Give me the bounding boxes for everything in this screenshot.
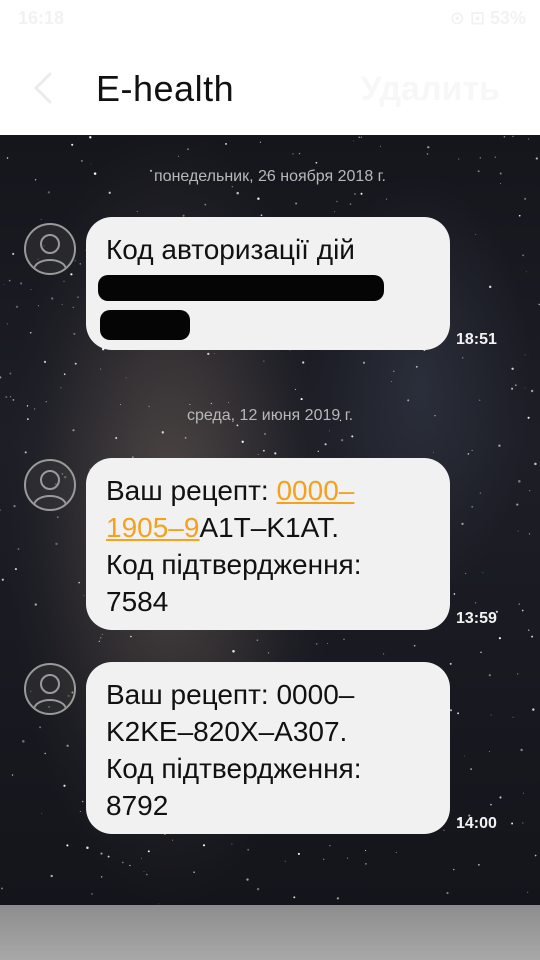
- message-line: Код авторизації дій: [106, 234, 355, 265]
- message-line: Код підтвердження:: [106, 753, 362, 784]
- back-arrow-icon[interactable]: [28, 70, 58, 106]
- message-line: Код підтвердження:: [106, 549, 362, 580]
- message-line: Ваш рецепт: 0000–: [106, 472, 430, 509]
- delete-button[interactable]: Удалить: [360, 70, 500, 109]
- message-bubble[interactable]: Ваш рецепт: 0000– 1905–9A1T–K1AT. Код пі…: [86, 458, 450, 630]
- date-separator: понедельник, 26 ноября 2018 г.: [154, 168, 386, 185]
- message-line: 8792: [106, 790, 169, 821]
- bottom-bar: [0, 905, 540, 960]
- message-line: Ваш рецепт: 0000–: [106, 679, 355, 710]
- message-bubble[interactable]: Ваш рецепт: 0000– K2KE–820X–A307. Код пі…: [86, 662, 450, 834]
- message-line: 1905–9A1T–K1AT.: [106, 509, 430, 546]
- message-time: 13:59: [456, 610, 497, 627]
- message-line: 7584: [106, 586, 169, 617]
- status-time: 16:18: [18, 8, 65, 28]
- message-text: Ваш рецепт:: [106, 475, 277, 506]
- message-line: K2KE–820X–A307.: [106, 716, 348, 747]
- redaction-mark: [98, 275, 384, 301]
- message-time: 14:00: [456, 815, 497, 832]
- message-text: A1T–K1AT.: [199, 512, 339, 543]
- message-bubble[interactable]: Код авторизації дій: [86, 217, 450, 350]
- sender-avatar-icon[interactable]: [24, 663, 76, 715]
- prescription-link[interactable]: 1905–9: [106, 512, 199, 543]
- app-bar: E-health Удалить: [0, 38, 540, 135]
- conversation-area[interactable]: понедельник, 26 ноября 2018 г. Код автор…: [0, 135, 540, 905]
- status-bar: 16:18 ⊙ ⊡ 53%: [0, 0, 540, 38]
- sender-avatar-icon[interactable]: [24, 223, 76, 275]
- page-title: E-health: [96, 68, 235, 109]
- sender-avatar-icon[interactable]: [24, 459, 76, 511]
- redaction-mark: [100, 310, 190, 340]
- date-separator: среда, 12 июня 2019 г.: [186, 407, 354, 424]
- status-indicators: ⊙ ⊡ 53%: [449, 8, 526, 28]
- message-time: 18:51: [456, 331, 497, 348]
- prescription-link[interactable]: 0000–: [276, 475, 354, 506]
